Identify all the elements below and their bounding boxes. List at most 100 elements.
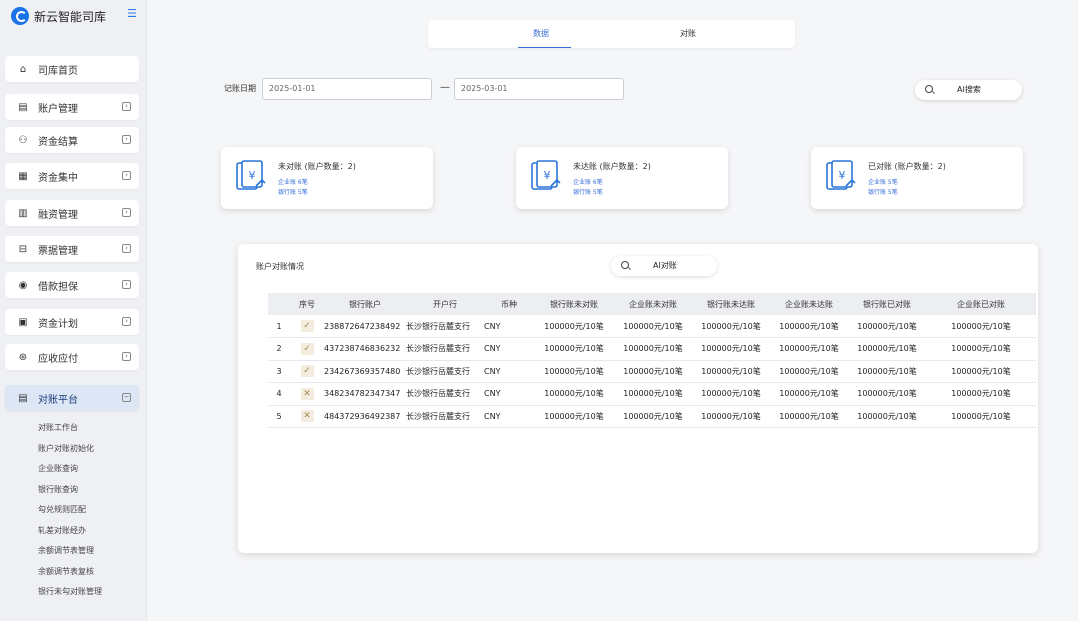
receivable-icon: ⊛ [18,351,28,363]
end-date-input[interactable]: 2025-03-01 [454,78,624,100]
sidebar-item-label: 应收应付 [38,353,78,365]
sidebar-item-bill[interactable]: ⊟ 票据管理 › [5,236,139,262]
column-header: 企业账未达账 [770,293,848,315]
sidebar-item-financing[interactable]: ▥ 融资管理 › [5,200,139,226]
outstanding-card[interactable]: ¥ 未达账 (账户数量：2) 企业账 6笔 银行账 5笔 [516,147,728,209]
bank-unreconciled: 100000元/10笔 [534,360,614,383]
sub-item-init[interactable]: 账户对账初始化 [38,443,94,455]
card-enterprise-count: 企业账 6笔 [278,179,308,186]
column-header: 开户行 [406,293,484,315]
bank-outstanding: 100000元/10笔 [692,405,770,428]
column-header: 银行账户 [324,293,406,315]
card-title: 未对账 (账户数量：2) [278,162,356,171]
sidebar-item-guarantee[interactable]: ◉ 借款担保 › [5,272,139,298]
sub-item-rule-match[interactable]: 勾兑规则匹配 [38,504,86,516]
table-row[interactable]: 5 ✕ 484372936492387 长沙银行岳麓支行 CNY 100000元… [268,405,1036,428]
enterprise-reconciled: 100000元/10笔 [926,337,1036,361]
date-separator: — [440,82,450,93]
column-header: 币种 [484,293,534,315]
bank-outstanding: 100000元/10笔 [692,315,770,338]
home-icon: ⌂ [19,63,27,75]
enterprise-reconciled: 100000元/10笔 [926,360,1036,383]
reconciled-card[interactable]: ¥ 已对账 (账户数量：2) 企业账 5笔 银行账 5笔 [811,147,1023,209]
sidebar-item-pooling[interactable]: ▦ 资金集中 › [5,163,139,189]
sidebar-item-plan[interactable]: ▣ 资金计划 › [5,309,139,335]
account-icon: ▤ [18,101,28,113]
sidebar-item-reconcile[interactable]: ▤ 对账平台 − [5,385,139,411]
status-check-icon: ✓ [300,365,314,378]
sub-item-balance-manage[interactable]: 余额调节表管理 [38,545,94,557]
menu-collapse-icon[interactable]: ☰ [125,8,139,20]
card-bank-count: 银行账 5笔 [278,189,308,196]
sub-item-workbench[interactable]: 对账工作台 [38,422,78,434]
row-number: 1 [268,315,290,338]
status-check-icon: ✓ [300,342,314,355]
bank-account: 484372936492387 [324,405,406,428]
bank-reconciled: 100000元/10笔 [848,337,926,361]
ai-search-button[interactable]: AI搜索 [915,80,1022,100]
bank-unreconciled: 100000元/10笔 [534,337,614,361]
bank-outstanding: 100000元/10笔 [692,382,770,406]
tab-data[interactable]: 数据 [496,20,586,48]
table-row[interactable]: 4 ✕ 348234782347347 长沙银行岳麓支行 CNY 100000元… [268,382,1036,406]
table-header: 序号 银行账户 开户行 币种 银行账未对账 企业账未对账 银行账未达账 企业账未… [268,293,1036,315]
financing-icon: ▥ [18,207,28,219]
brand: 新云智能司库 [11,6,106,26]
search-icon [621,261,629,269]
expand-icon: › [122,102,131,111]
start-date-input[interactable]: 2025-01-01 [262,78,432,100]
expand-icon: › [122,135,131,144]
sub-item-balance-review[interactable]: 余额调节表复核 [38,566,94,578]
bank-unreconciled: 100000元/10笔 [534,315,614,338]
currency: CNY [484,337,534,361]
unreconciled-card[interactable]: ¥ 未对账 (账户数量：2) 企业账 6笔 银行账 5笔 [221,147,433,209]
card-enterprise-count: 企业账 6笔 [573,179,603,186]
tab-reconcile[interactable]: 对账 [643,20,733,48]
panel-title: 账户对账情况 [256,262,304,271]
bill-icon: ⊟ [18,243,28,255]
collapse-icon: − [122,393,131,402]
enterprise-outstanding: 100000元/10笔 [770,315,848,338]
reconcile-panel: 账户对账情况 AI对账 序号 银行账户 开户行 币种 银行账未对账 企业账未对账… [238,244,1038,553]
bank-reconciled: 100000元/10笔 [848,405,926,428]
bank-reconciled: 100000元/10笔 [848,382,926,406]
ai-reconcile-button[interactable]: AI对账 [611,256,717,276]
card-bank-count: 银行账 5笔 [573,189,603,196]
enterprise-reconciled: 100000元/10笔 [926,315,1036,338]
column-header: 企业账已对账 [926,293,1036,315]
expand-icon: › [122,171,131,180]
ai-search-label: AI搜索 [957,85,981,94]
expand-icon: › [122,208,131,217]
search-icon [925,85,933,93]
sidebar-item-label: 对账平台 [38,394,78,406]
expand-icon: › [122,244,131,253]
status-cross-icon: ✕ [300,387,314,400]
sub-item-enterprise-query[interactable]: 企业账查询 [38,463,78,475]
guarantee-icon: ◉ [18,279,28,291]
enterprise-outstanding: 100000元/10笔 [770,360,848,383]
sub-item-netting[interactable]: 轧差对账经办 [38,525,86,537]
table-row[interactable]: 2 ✓ 437238746836232 长沙银行岳麓支行 CNY 100000元… [268,337,1036,361]
bank-reconciled: 100000元/10笔 [848,315,926,338]
bank-name: 长沙银行岳麓支行 [406,360,484,383]
ledger-icon: ¥ [531,160,561,190]
svg-text:¥: ¥ [544,169,551,182]
sidebar-item-account[interactable]: ▤ 账户管理 › [5,94,139,120]
sidebar-item-receivable[interactable]: ⊛ 应收应付 › [5,344,139,370]
column-header: 序号 [290,293,324,315]
sidebar-item-label: 资金集中 [38,172,78,184]
currency: CNY [484,360,534,383]
bank-name: 长沙银行岳麓支行 [406,315,484,338]
table-row[interactable]: 1 ✓ 238872647238492 长沙银行岳麓支行 CNY 100000元… [268,315,1036,338]
enterprise-outstanding: 100000元/10笔 [770,382,848,406]
bank-unreconciled: 100000元/10笔 [534,382,614,406]
bank-account: 234267369357480 [324,360,406,383]
sub-item-unmatched[interactable]: 银行未勾对账管理 [38,586,102,598]
sidebar-item-settlement[interactable]: ⚇ 资金结算 › [5,127,139,153]
settlement-icon: ⚇ [18,134,28,146]
sub-item-bank-query[interactable]: 银行账查询 [38,484,78,496]
table-row[interactable]: 3 ✓ 234267369357480 长沙银行岳麓支行 CNY 100000元… [268,360,1036,383]
sidebar: 新云智能司库 ☰ ⌂ 司库首页 ▤ 账户管理 › ⚇ 资金结算 › ▦ 资金集中… [0,0,147,621]
sidebar-item-home[interactable]: ⌂ 司库首页 [5,56,139,82]
sidebar-item-label: 借款担保 [38,281,78,293]
